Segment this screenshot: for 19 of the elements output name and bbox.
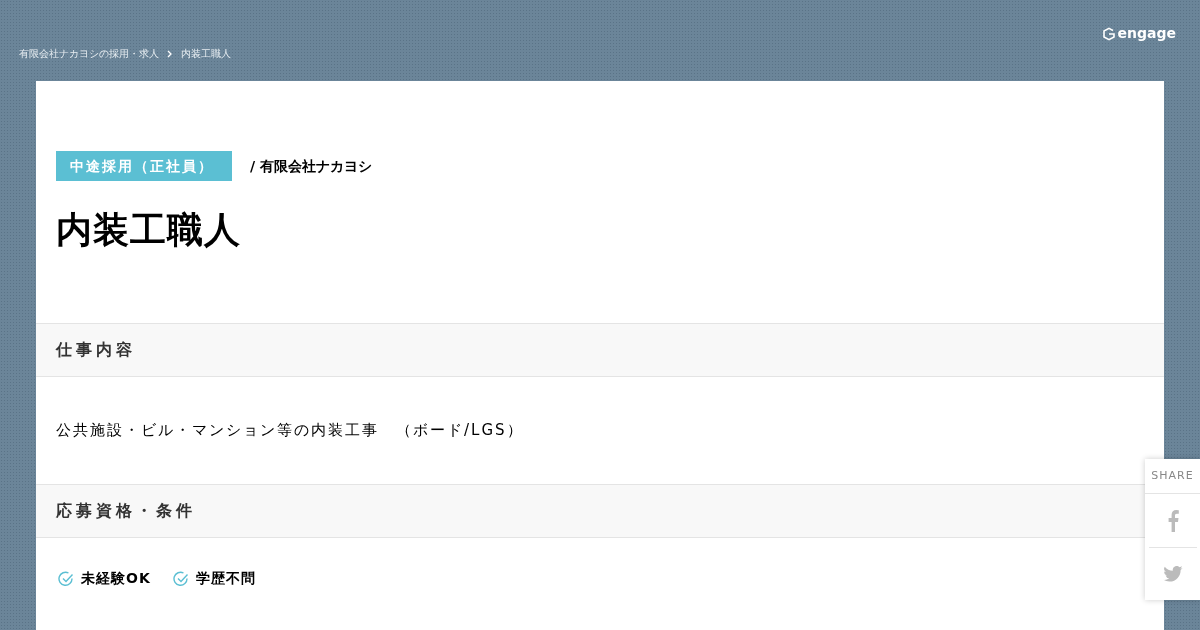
section-heading: 仕事内容 bbox=[56, 339, 136, 361]
employment-badge: 中途採用（正社員） bbox=[56, 151, 232, 181]
job-description: 公共施設・ビル・マンション等の内装工事 （ボード/LGS） bbox=[56, 420, 524, 442]
logo-mark-icon bbox=[1101, 26, 1116, 41]
share-label: SHARE bbox=[1151, 467, 1194, 484]
check-icon bbox=[172, 570, 189, 587]
breadcrumb-link[interactable]: 内装工職人 bbox=[181, 46, 231, 61]
logo-text: engage bbox=[1117, 24, 1176, 43]
company-name: / 有限会社ナカヨシ bbox=[250, 156, 372, 176]
condition-tag: 学歴不問 bbox=[195, 568, 256, 589]
section-heading: 応募資格・条件 bbox=[56, 500, 196, 522]
chevron-icon bbox=[167, 49, 173, 58]
facebook-icon[interactable] bbox=[1166, 509, 1179, 532]
check-icon bbox=[58, 570, 74, 587]
breadcrumb-link[interactable]: 有限会社ナカヨシの採用・求人 bbox=[19, 46, 159, 61]
job-title: 内装工職人 bbox=[56, 208, 242, 252]
condition-tag: 未経験OK bbox=[81, 568, 151, 589]
bird-icon[interactable] bbox=[1162, 565, 1183, 582]
engage-logo[interactable]: engage bbox=[1101, 23, 1176, 44]
